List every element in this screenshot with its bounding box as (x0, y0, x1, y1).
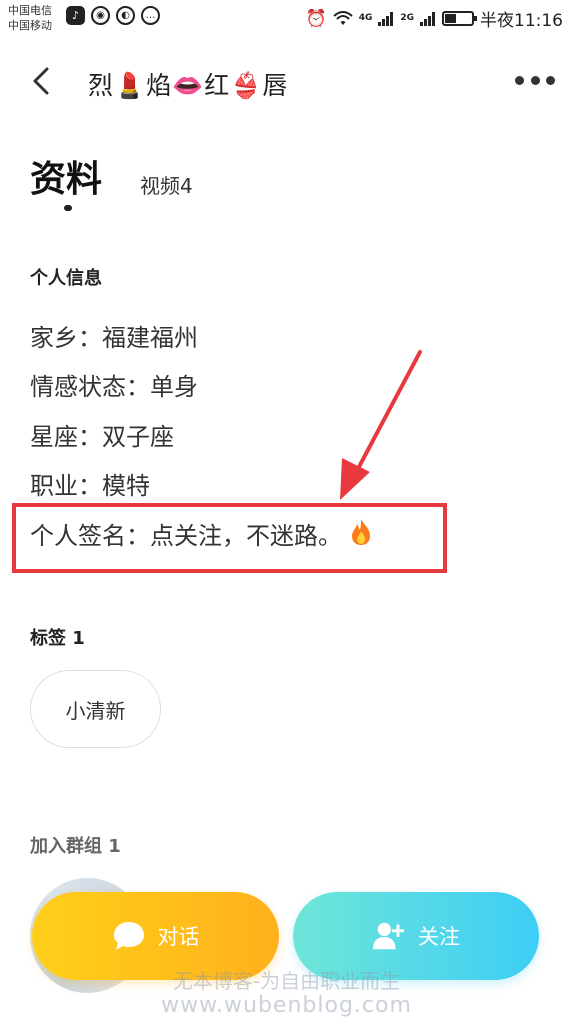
hometown-text: 家乡：福建福州 (30, 324, 198, 352)
carrier-2: 中国移动 (8, 19, 52, 32)
system-indicators: ⏰ 4G 2G 半夜11:16 (305, 6, 563, 32)
follow-button-label: 关注 (418, 925, 460, 949)
tiktok-icon: ♪ (66, 6, 85, 25)
notification-icons: ♪ ◉ ◐ … (66, 6, 160, 25)
more-dot (515, 75, 524, 85)
zodiac-text: 星座：双子座 (30, 423, 174, 451)
watermark-slogan: 无本博客-为自由职业而生 (172, 969, 401, 993)
more-dot (530, 75, 540, 85)
tab-videos[interactable]: 视频4 (140, 170, 193, 199)
battery-level (445, 14, 457, 23)
chat-bubble-icon (112, 919, 146, 953)
tags-title: 标签 1 (30, 628, 85, 649)
carrier-info: 中国电信 中国移动 (8, 3, 52, 33)
volume-icon: ◐ (116, 6, 135, 25)
tag-chip[interactable]: 小清新 (30, 670, 161, 748)
battery-icon (442, 11, 477, 26)
relationship-text: 情感状态：单身 (30, 373, 198, 401)
add-user-icon (372, 919, 406, 953)
watermark-url: www.wubenblog.com (161, 993, 412, 1018)
signal-icon-2 (420, 11, 435, 26)
page-title: 烈💄焰👄红👙唇 (88, 71, 289, 100)
profile-tabs: 资料 视频4 (30, 150, 330, 220)
signal-icon-1 (378, 11, 394, 26)
annotation-arrow-icon (340, 350, 422, 500)
more-dot (546, 75, 555, 85)
network-type-2: 2G (400, 13, 414, 23)
profile-header: 烈💄焰👄红👙唇 (0, 52, 573, 112)
alarm-icon: ⏰ (305, 8, 327, 29)
chat-button-label: 对话 (157, 925, 200, 949)
clock: 半夜11:16 (480, 11, 563, 31)
message-icon: … (141, 6, 160, 25)
carrier-1: 中国电信 (8, 4, 52, 17)
network-type-1: 4G (358, 13, 373, 23)
signature-highlight-box (12, 503, 447, 573)
status-bar: 中国电信 中国移动 ♪ ◉ ◐ … ⏰ 4G 2G 半夜11:16 (0, 0, 573, 36)
personal-info-title: 个人信息 (30, 268, 102, 289)
more-options-icon[interactable] (515, 68, 555, 92)
occupation-text: 职业：模特 (30, 472, 150, 500)
wifi-icon (333, 10, 353, 25)
active-tab-indicator (64, 205, 72, 211)
back-arrow-icon[interactable] (30, 66, 52, 96)
tab-profile[interactable]: 资料 (30, 150, 102, 202)
groups-title: 加入群组 1 (30, 836, 121, 857)
wechat-icon: ◉ (91, 6, 110, 25)
